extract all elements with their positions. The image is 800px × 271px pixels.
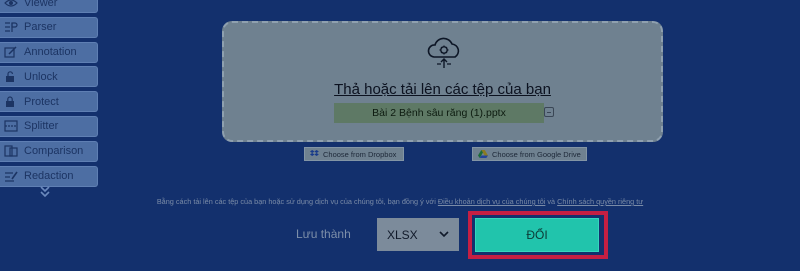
file-dropzone[interactable]: Thả hoặc tải lên các tệp của bạn Bài 2 B…: [222, 21, 663, 142]
lock-icon: [4, 96, 18, 108]
comparison-icon: [4, 145, 18, 157]
sidebar-item-parser[interactable]: Parser: [0, 16, 98, 38]
sidebar-item-splitter[interactable]: Splitter: [0, 115, 98, 137]
cloud-upload-icon: [425, 37, 463, 74]
sidebar-item-label: Comparison: [24, 145, 84, 158]
eye-icon: [4, 0, 18, 9]
dropzone-title[interactable]: Thả hoặc tải lên các tệp của bạn: [224, 81, 661, 98]
annotation-icon: [4, 46, 18, 58]
convert-button[interactable]: ĐỔI: [475, 218, 599, 252]
google-drive-label: Choose from Google Drive: [492, 149, 581, 159]
privacy-policy-link[interactable]: Chính sách quyền riêng tư: [557, 197, 643, 206]
sidebar-item-protect[interactable]: Protect: [0, 91, 98, 113]
format-value: XLSX: [387, 227, 418, 242]
terms-of-service-link[interactable]: Điều khoản dịch vụ của chúng tôi: [438, 197, 546, 206]
convert-highlight: ĐỔI: [468, 211, 608, 259]
sidebar-item-unlock[interactable]: Unlock: [0, 66, 98, 88]
output-format-select[interactable]: XLSX: [377, 218, 459, 251]
sidebar-item-viewer[interactable]: Viewer: [0, 0, 98, 13]
save-as-label: Lưu thành: [296, 227, 351, 241]
terms-text: Bằng cách tải lên các tệp của bạn hoặc s…: [156, 197, 436, 206]
google-drive-button[interactable]: Choose from Google Drive: [472, 147, 587, 161]
dropbox-icon: [310, 150, 319, 158]
dropbox-label: Choose from Dropbox: [323, 149, 397, 159]
sidebar-item-comparison[interactable]: Comparison: [0, 140, 98, 162]
sidebar-item-label: Protect: [24, 95, 59, 108]
uploaded-file: Bài 2 Bệnh sâu răng (1).pptx: [334, 103, 544, 123]
unlock-icon: [4, 71, 18, 83]
remove-file-icon[interactable]: [544, 107, 554, 117]
sidebar: Viewer Parser Annotation Unlock Protect …: [0, 0, 98, 190]
dropbox-button[interactable]: Choose from Dropbox: [304, 147, 404, 161]
sidebar-item-label: Parser: [24, 21, 57, 34]
terms-notice: Bằng cách tải lên các tệp của bạn hoặc s…: [0, 197, 800, 206]
sidebar-item-label: Unlock: [24, 70, 58, 83]
sidebar-item-label: Annotation: [24, 46, 77, 59]
sidebar-item-redaction[interactable]: Redaction: [0, 165, 98, 187]
chevron-down-icon: [439, 231, 449, 238]
sidebar-item-label: Redaction: [24, 170, 74, 183]
splitter-icon: [4, 120, 18, 133]
sidebar-item-label: Splitter: [24, 120, 59, 133]
terms-and: và: [547, 197, 556, 206]
sidebar-item-label: Viewer: [24, 0, 58, 9]
sidebar-item-annotation[interactable]: Annotation: [0, 41, 98, 63]
redaction-icon: [4, 170, 18, 182]
google-drive-icon: [478, 150, 488, 158]
parser-icon: [4, 21, 18, 33]
